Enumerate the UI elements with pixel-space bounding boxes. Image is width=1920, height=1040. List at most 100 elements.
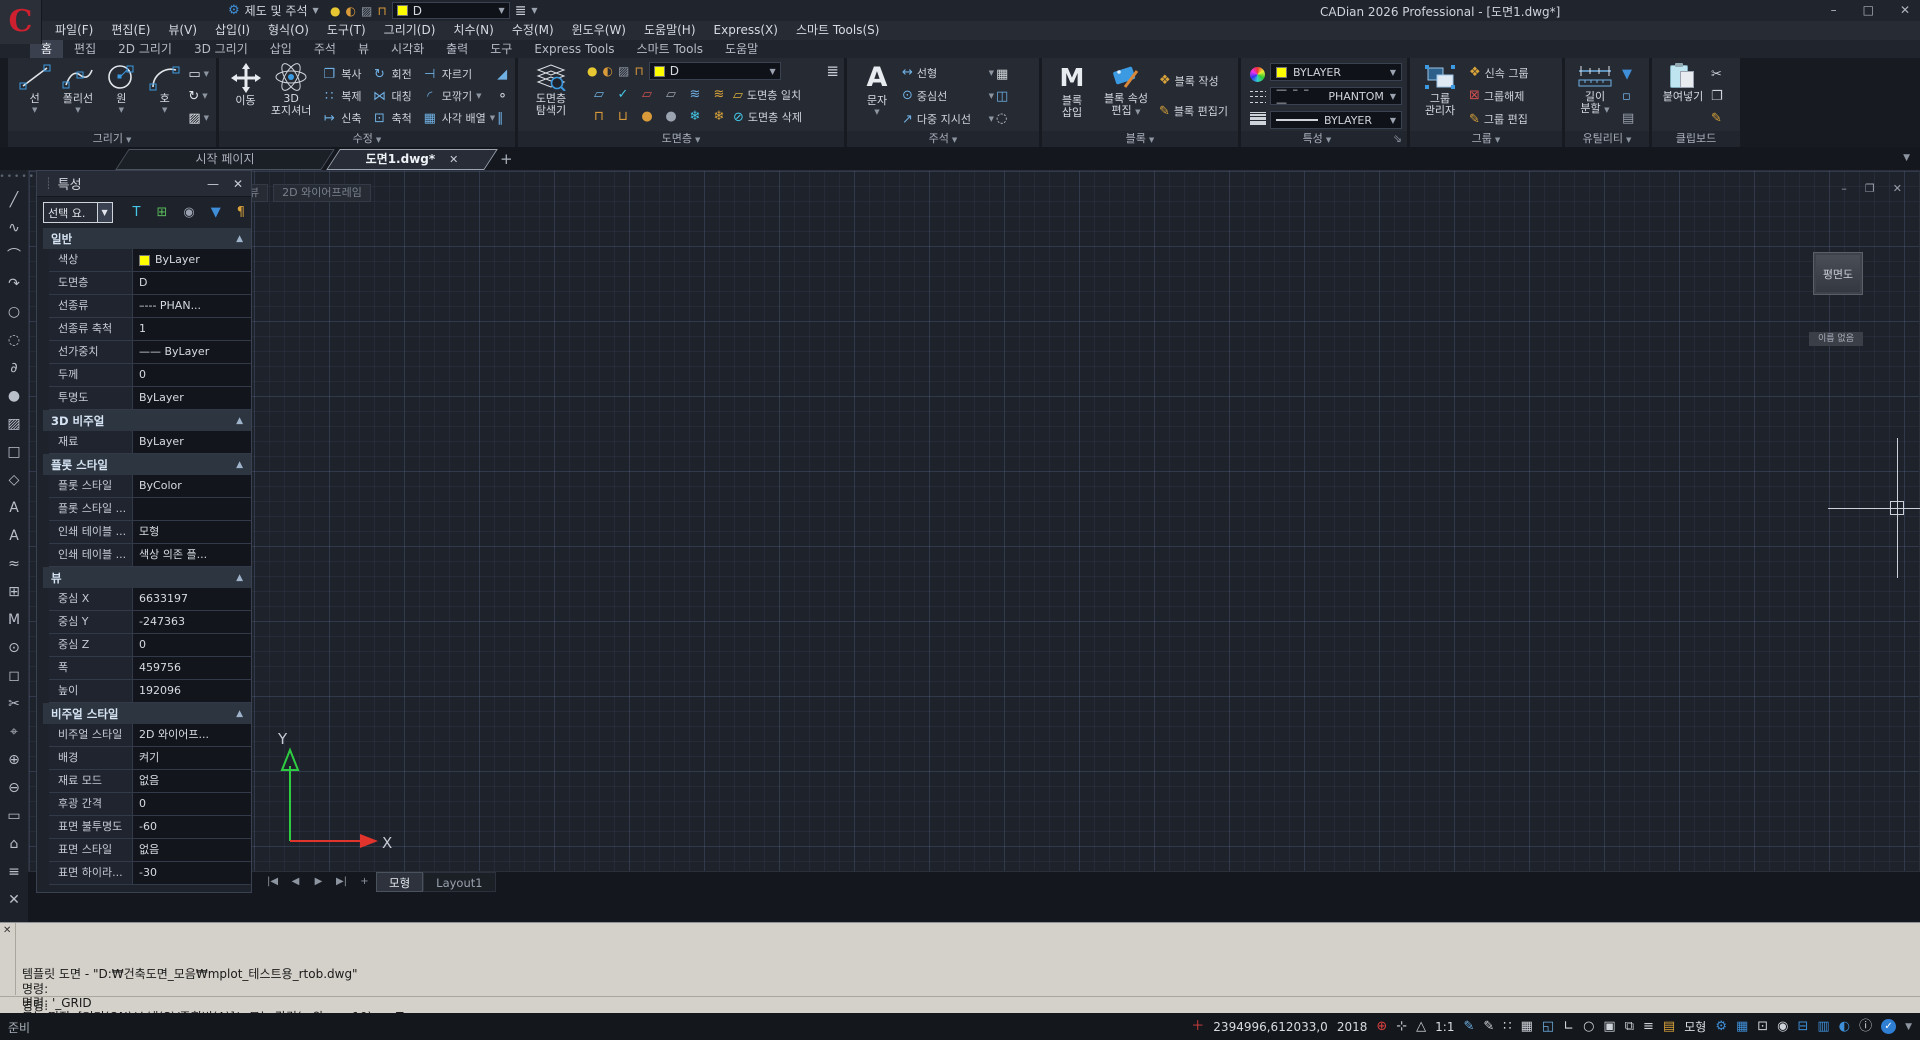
child-close-button[interactable]: ✕ xyxy=(1893,182,1902,195)
next-tab-button[interactable]: ▶ xyxy=(307,872,330,892)
snap-icon[interactable]: ⊹ xyxy=(1396,1013,1407,1040)
quick-select-icon[interactable]: ▼ xyxy=(1622,64,1634,84)
draw-polyline-icon[interactable]: ∿ xyxy=(8,214,20,242)
rotate-button[interactable]: ↻ 회전 ▼ xyxy=(371,63,411,85)
ribbon-tab[interactable]: 3D 그리기 xyxy=(183,40,259,58)
property-value[interactable]: ByLayer xyxy=(133,249,251,271)
zoom-in-icon[interactable]: ⊕ xyxy=(8,746,20,774)
annotation-visibility-icon[interactable]: ▨ xyxy=(361,2,372,20)
theme-icon[interactable]: ◐ xyxy=(1839,1013,1850,1040)
tab-drawing1[interactable]: 도면1.dwg*✕ xyxy=(333,149,491,170)
break-icon[interactable]: ✂ xyxy=(8,690,20,718)
annotation-visibility-icon[interactable]: ▨ xyxy=(618,64,629,78)
zoom-out-icon[interactable]: ⊖ xyxy=(8,774,20,802)
arc-button[interactable]: 호 ▼ xyxy=(143,61,186,131)
chevron-down-icon[interactable]: ▼ xyxy=(1905,1022,1912,1032)
draw-spline-icon[interactable]: ∂ xyxy=(10,354,17,382)
menu-item[interactable]: 뷰(V) xyxy=(159,21,206,40)
panel-label-group[interactable]: 그룹▼ xyxy=(1410,131,1562,147)
draw-ellipse-icon[interactable]: ◌ xyxy=(8,326,20,354)
quick-group-button[interactable]: ❖ 신속 그룹 xyxy=(1469,62,1529,84)
scale-button[interactable]: ⊡ 축척 ▼ xyxy=(371,107,411,129)
trim-button[interactable]: ⊣ 자르기 ▼ xyxy=(422,63,495,85)
menu-item[interactable]: 편집(E) xyxy=(102,21,159,40)
polyline-button[interactable]: 폴리선 ▼ xyxy=(56,61,99,131)
linear-dimension-button[interactable]: ↔ 선형 ▼ xyxy=(902,62,994,84)
cut-icon[interactable]: ✂ xyxy=(1711,64,1723,84)
layer-dim-icon[interactable]: ● xyxy=(659,106,683,128)
revision-cloud-icon[interactable]: ◌ xyxy=(996,108,1008,128)
property-value[interactable]: 0 xyxy=(133,364,251,386)
dynamic-input-icon[interactable]: ◱ xyxy=(1542,1013,1554,1040)
match-properties-icon[interactable]: ✎ xyxy=(1711,108,1723,128)
property-value[interactable]: ByColor xyxy=(133,475,251,497)
ribbon-tab[interactable]: 편집 xyxy=(63,40,107,58)
layer-match-button[interactable]: ▱도면층 일치 xyxy=(733,85,802,105)
duplicate-button[interactable]: ∷ 복제 ▼ xyxy=(321,85,361,107)
linetype-icon[interactable] xyxy=(1250,91,1266,103)
centerline-button[interactable]: ⊙ 중심선 ▼ xyxy=(902,85,994,107)
3d-positioner-button[interactable]: 3D포지셔너 xyxy=(267,61,315,131)
layer-merge-icon[interactable]: ≋ xyxy=(683,84,707,106)
paste-button[interactable]: 붙여넣기 xyxy=(1657,61,1709,131)
collapse-icon[interactable]: ▲ xyxy=(236,573,243,583)
object-snap-icon[interactable]: ▣ xyxy=(1603,1013,1615,1040)
linetype-select[interactable]: — – – — PHANTOM ▼ xyxy=(1270,87,1402,105)
ungroup-button[interactable]: ⊠ 그룹해제 xyxy=(1469,85,1529,107)
rect-array-button[interactable]: ▦ 사각 배열 ▼ xyxy=(422,107,495,129)
property-value[interactable]: -60 xyxy=(133,816,251,838)
close-tab-icon[interactable]: ✕ xyxy=(449,153,458,166)
layer-on-icon[interactable]: ● xyxy=(587,64,597,78)
child-restore-button[interactable]: ❐ xyxy=(1865,182,1875,195)
property-value[interactable]: 192096 xyxy=(133,680,251,702)
ribbon-tab[interactable]: 도구 xyxy=(479,40,523,58)
property-value[interactable]: -30 xyxy=(133,862,251,884)
menu-item[interactable]: 형식(O) xyxy=(259,21,318,40)
break-icon[interactable]: ⚬ xyxy=(497,86,508,106)
drag-grip-icon[interactable]: ┊ xyxy=(45,177,52,190)
menu-item[interactable]: 스마트 Tools(S) xyxy=(787,21,888,40)
measure-divide-button[interactable]: 길이분할 ▼ xyxy=(1570,61,1620,131)
property-value[interactable]: –--- PHAN... xyxy=(133,295,251,317)
command-input[interactable]: 명령: xyxy=(22,999,48,1013)
property-value[interactable]: 6633197 xyxy=(133,588,251,610)
block-attribute-edit-button[interactable]: 블록 속성편집 ▼ xyxy=(1097,61,1155,131)
property-value[interactable]: -247363 xyxy=(133,611,251,633)
region-icon[interactable]: ◻ xyxy=(8,662,20,690)
auto-annotation-icon[interactable]: ✎ xyxy=(1483,1013,1494,1040)
layer-set-current-icon[interactable]: ✓ xyxy=(611,84,635,106)
view-name-badge[interactable]: 이름 없음 xyxy=(1809,332,1863,346)
close-button[interactable]: ✕ xyxy=(1900,3,1910,17)
property-value[interactable]: 0 xyxy=(133,793,251,815)
panel-label-block[interactable]: 블록▼ xyxy=(1042,131,1238,147)
performance-monitor-icon[interactable]: ⊟ xyxy=(1798,1013,1809,1040)
property-value[interactable]: D xyxy=(133,272,251,294)
minimize-panel-icon[interactable]: — xyxy=(207,177,219,191)
select-objects-icon[interactable]: ¶ xyxy=(237,205,245,220)
property-value[interactable]: 459756 xyxy=(133,657,251,679)
table-icon[interactable]: ▦ xyxy=(996,64,1008,84)
layer-walk-icon[interactable]: ≋ xyxy=(707,84,731,106)
revision-cloud-button[interactable]: ↻▼ xyxy=(188,86,209,106)
color-wheel-icon[interactable] xyxy=(1250,67,1265,82)
layer-delete-button[interactable]: ⊘도면층 삭제 xyxy=(733,107,802,127)
workspace-switcher[interactable]: ⚙ 제도 및 주석 ▼ xyxy=(228,1,319,20)
aperture-icon[interactable]: △ xyxy=(1416,1013,1426,1040)
minimize-button[interactable]: – xyxy=(1831,3,1837,17)
layer-thaw-icon[interactable]: ❄ xyxy=(707,106,731,128)
settings-gear-icon[interactable]: ⚙ xyxy=(1715,1013,1727,1040)
property-value[interactable]: 없음 xyxy=(133,839,251,861)
property-value[interactable]: —— ByLayer xyxy=(133,341,251,363)
selection-filter-icon[interactable]: ▼ xyxy=(211,205,221,220)
first-tab-button[interactable]: |◀ xyxy=(261,872,284,892)
last-tab-button[interactable]: ▶| xyxy=(330,872,353,892)
line-button[interactable]: 선 ▼ xyxy=(13,61,56,131)
panel-label-draw[interactable]: 그리기▼ xyxy=(8,131,216,147)
layer-select[interactable]: D ▼ xyxy=(392,2,510,19)
clean-screen-icon[interactable]: ▥ xyxy=(1817,1013,1829,1040)
prev-tab-button[interactable]: ◀ xyxy=(284,872,307,892)
property-value[interactable] xyxy=(133,498,251,520)
draw-circle-icon[interactable]: ○ xyxy=(8,298,20,326)
child-minimize-button[interactable]: – xyxy=(1841,182,1847,195)
fillet-button[interactable]: ◜ 모깎기 ▼ xyxy=(422,85,495,107)
